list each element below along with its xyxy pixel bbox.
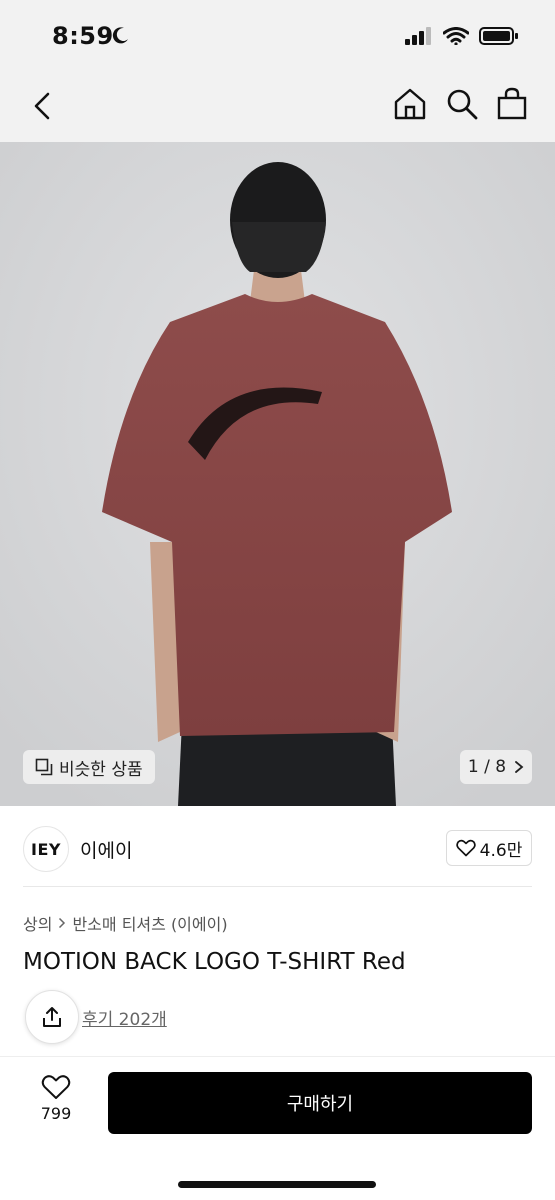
product-photo — [0, 142, 555, 806]
brand-row: IEY 이에이 4.6만 — [0, 806, 555, 886]
brand-like-button[interactable]: 4.6만 — [446, 830, 532, 866]
copy-icon — [35, 758, 53, 776]
chevron-right-icon — [59, 917, 66, 929]
status-time: 8:59 — [52, 22, 114, 50]
similar-products-button[interactable]: 비슷한 상품 — [23, 750, 155, 784]
heart-icon — [455, 839, 476, 857]
wishlist-count: 799 — [40, 1104, 72, 1123]
moon-icon — [112, 27, 128, 44]
brand-logo[interactable]: IEY — [23, 826, 69, 872]
similar-products-label: 비슷한 상품 — [59, 759, 143, 780]
signal-icon — [405, 27, 431, 45]
search-icon[interactable] — [444, 86, 480, 122]
brand-like-count: 4.6만 — [479, 840, 523, 861]
wishlist-button[interactable]: 799 — [30, 1074, 82, 1134]
wifi-icon — [443, 27, 469, 45]
nav-bar — [0, 70, 555, 142]
breadcrumb-category[interactable]: 상의 — [23, 911, 52, 935]
share-button[interactable] — [25, 990, 79, 1044]
battery-icon — [479, 27, 518, 45]
heart-icon — [41, 1075, 71, 1099]
chevron-left-icon[interactable] — [26, 88, 62, 124]
breadcrumb-subcategory[interactable]: 반소매 티셔츠 (이에이) — [72, 911, 227, 935]
product-image[interactable] — [0, 142, 555, 806]
buy-button[interactable]: 구매하기 — [108, 1072, 532, 1134]
review-count-link[interactable]: 후기 202개 — [82, 1005, 167, 1030]
product-title: MOTION BACK LOGO T-SHIRT Red — [23, 949, 406, 975]
share-icon — [43, 1007, 61, 1027]
home-icon[interactable] — [392, 86, 428, 122]
brand-logo-text: IEY — [31, 839, 61, 859]
image-page-indicator[interactable]: 1 / 8 — [460, 750, 532, 784]
status-icons — [405, 26, 519, 46]
divider — [23, 886, 532, 887]
page-indicator-label: 1 / 8 — [467, 757, 507, 777]
status-bar: 8:59 — [0, 0, 555, 70]
chevron-right-icon — [515, 761, 524, 773]
brand-name[interactable]: 이에이 — [80, 836, 132, 863]
shopping-bag-icon[interactable] — [494, 86, 530, 122]
home-indicator — [178, 1181, 376, 1188]
breadcrumb: 상의 반소매 티셔츠 (이에이) — [23, 911, 228, 935]
